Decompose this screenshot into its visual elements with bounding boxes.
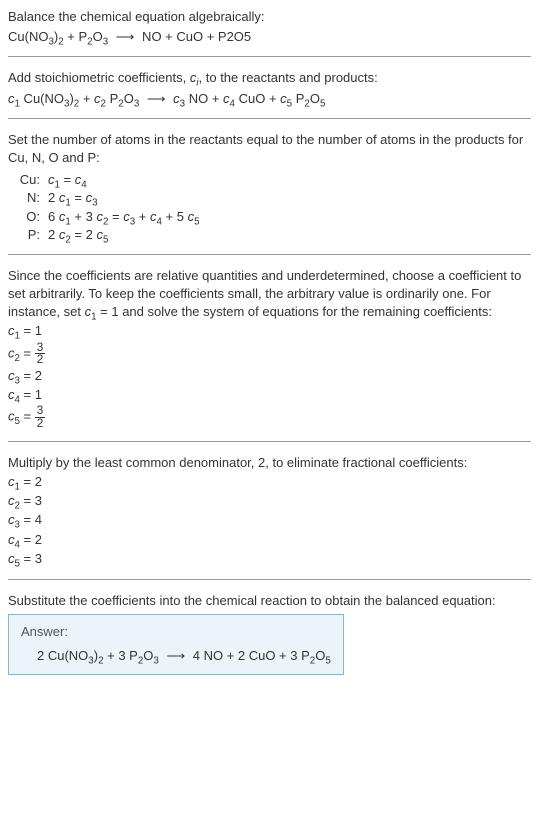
table-row: N: 2 c1 = c3: [8, 189, 531, 207]
coef-line: c4 = 1: [8, 386, 531, 404]
atom-label: P:: [8, 226, 48, 244]
section-solve: Since the coefficients are relative quan…: [8, 267, 531, 442]
atom-label: O:: [8, 208, 48, 226]
coef-line: c2 = 3: [8, 492, 531, 510]
atom-equation: c1 = c4: [48, 171, 531, 189]
coef-line: c2 = 32: [8, 342, 531, 366]
section-lcd: Multiply by the least common denominator…: [8, 454, 531, 580]
coef-line: c1 = 1: [8, 322, 531, 340]
section-answer: Substitute the coefficients into the che…: [8, 592, 531, 675]
atom-equation: 2 c1 = c3: [48, 189, 531, 207]
section-title: Balance the chemical equation algebraica…: [8, 8, 531, 26]
atom-label: Cu:: [8, 171, 48, 189]
coef-line: c5 = 32: [8, 405, 531, 429]
coef-line: c3 = 4: [8, 511, 531, 529]
coef-line: c4 = 2: [8, 531, 531, 549]
atom-equation: 2 c2 = 2 c5: [48, 226, 531, 244]
atom-label: N:: [8, 189, 48, 207]
atom-equation: 6 c1 + 3 c2 = c3 + c4 + 5 c5: [48, 208, 531, 226]
coef-line: c3 = 2: [8, 367, 531, 385]
unbalanced-equation: Cu(NO3)2 + P2O3 ⟶ NO + CuO + P2O5: [8, 28, 531, 46]
atom-balance-table: Cu: c1 = c4 N: 2 c1 = c3 O: 6 c1 + 3 c2 …: [8, 171, 531, 244]
balanced-equation: 2 Cu(NO3)2 + 3 P2O3 ⟶ 4 NO + 2 CuO + 3 P…: [21, 647, 331, 665]
section-balance-prompt: Balance the chemical equation algebraica…: [8, 8, 531, 57]
table-row: Cu: c1 = c4: [8, 171, 531, 189]
section-title: Substitute the coefficients into the che…: [8, 592, 531, 610]
coef-line: c1 = 2: [8, 473, 531, 491]
section-title: Set the number of atoms in the reactants…: [8, 131, 531, 167]
section-title: Since the coefficients are relative quan…: [8, 267, 531, 322]
section-title: Multiply by the least common denominator…: [8, 454, 531, 472]
section-atoms: Set the number of atoms in the reactants…: [8, 131, 531, 255]
coef-equation: c1 Cu(NO3)2 + c2 P2O3 ⟶ c3 NO + c4 CuO +…: [8, 90, 531, 108]
table-row: O: 6 c1 + 3 c2 = c3 + c4 + 5 c5: [8, 208, 531, 226]
section-stoichiometric: Add stoichiometric coefficients, ci, to …: [8, 69, 531, 118]
answer-box: Answer: 2 Cu(NO3)2 + 3 P2O3 ⟶ 4 NO + 2 C…: [8, 614, 344, 674]
table-row: P: 2 c2 = 2 c5: [8, 226, 531, 244]
answer-label: Answer:: [21, 623, 331, 641]
section-title: Add stoichiometric coefficients, ci, to …: [8, 69, 531, 87]
coef-line: c5 = 3: [8, 550, 531, 568]
